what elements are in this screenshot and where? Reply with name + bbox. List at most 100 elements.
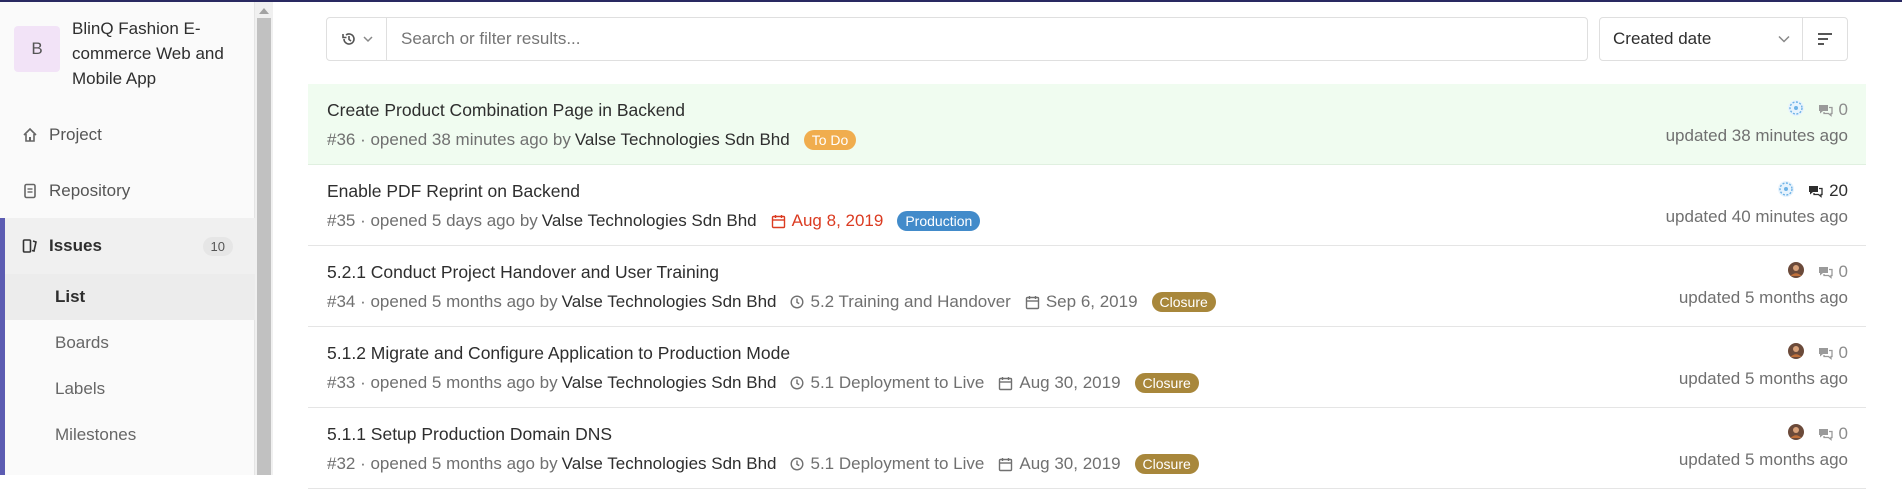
sort-direction-button[interactable] <box>1802 17 1848 61</box>
issue-ref: #33 · opened 5 months ago by <box>327 373 558 392</box>
issue-right-info: 0 updated 38 minutes ago <box>1666 98 1848 146</box>
issue-updated: updated 5 months ago <box>1678 450 1848 469</box>
issue-milestone[interactable]: 5.1 Deployment to Live <box>790 454 984 474</box>
issue-title-link[interactable]: 5.1.2 Migrate and Configure Application … <box>327 343 790 364</box>
issue-due-date: Aug 8, 2019 <box>771 211 883 231</box>
issue-ref: #34 · opened 5 months ago by <box>327 292 558 311</box>
assignee-avatar[interactable] <box>1777 180 1795 203</box>
issue-title-link[interactable]: Enable PDF Reprint on Backend <box>327 181 580 202</box>
sidebar-item-label: Issues <box>49 236 102 255</box>
history-icon <box>341 33 355 45</box>
assignee-avatar[interactable] <box>1787 423 1805 446</box>
issue-title-link[interactable]: Create Product Combination Page in Backe… <box>327 100 685 121</box>
issue-right-info: 20 updated 40 minutes ago <box>1666 179 1848 227</box>
clock-icon <box>790 457 804 471</box>
issue-label-badge[interactable]: To Do <box>803 130 857 150</box>
issue-author-link[interactable]: Valse Technologies Sdn Bhd <box>562 373 777 393</box>
comments-count-value: 20 <box>1829 181 1848 200</box>
sidebar-subitem-boards[interactable]: Boards <box>0 320 255 366</box>
scroll-thumb[interactable] <box>257 18 271 475</box>
issue-meta: #35 · opened 5 days ago by Valse Technol… <box>327 211 981 231</box>
sidebar: B BlinQ Fashion E-commerce Web and Mobil… <box>0 2 255 475</box>
sidebar-item-label: Project <box>49 125 102 144</box>
sidebar-subitem-labels[interactable]: Labels <box>0 366 255 412</box>
issue-author-link[interactable]: Valse Technologies Sdn Bhd <box>542 211 757 231</box>
assignee-avatar[interactable] <box>1787 99 1805 122</box>
comments-count[interactable]: 0 <box>1817 100 1848 120</box>
sidebar-scrollbar[interactable] <box>255 2 273 475</box>
comments-count[interactable]: 20 <box>1807 181 1848 201</box>
issue-label-badge[interactable]: Production <box>897 211 981 231</box>
sidebar-item-repository[interactable]: Repository <box>0 168 255 214</box>
issue-milestone-value: 5.2 Training and Handover <box>810 292 1011 311</box>
issues-count-badge: 10 <box>202 236 233 256</box>
issue-label-badge[interactable]: Closure <box>1134 454 1199 474</box>
issue-title-link[interactable]: 5.1.1 Setup Production Domain DNS <box>327 424 612 445</box>
issue-due-date: Aug 30, 2019 <box>998 454 1121 474</box>
issue-meta: #32 · opened 5 months ago by Valse Techn… <box>327 454 1199 474</box>
sort-select-value: Created date <box>1613 29 1712 48</box>
issue-updated: updated 5 months ago <box>1678 369 1848 388</box>
search-input[interactable] <box>387 18 1587 60</box>
calendar-icon <box>771 214 786 229</box>
comment-icon <box>1818 429 1833 441</box>
sidebar-item-label: Repository <box>49 181 131 200</box>
chevron-down-icon <box>362 36 373 43</box>
home-icon <box>20 125 40 145</box>
issue-milestone[interactable]: 5.2 Training and Handover <box>790 292 1011 312</box>
issue-author-link[interactable]: Valse Technologies Sdn Bhd <box>562 454 777 474</box>
comments-count[interactable]: 0 <box>1817 424 1848 444</box>
comment-icon <box>1809 186 1823 198</box>
comments-count-value: 0 <box>1838 424 1848 443</box>
sort-lines-icon <box>1818 33 1832 45</box>
comments-count-value: 0 <box>1838 262 1848 281</box>
issue-title-link[interactable]: 5.2.1 Conduct Project Handover and User … <box>327 262 719 283</box>
sidebar-subitem-milestones[interactable]: Milestones <box>0 412 255 458</box>
issue-author-link[interactable]: Valse Technologies Sdn Bhd <box>562 292 777 312</box>
main-content: Created date Create Product Combination … <box>273 2 1902 489</box>
issue-meta: #36 · opened 38 minutes ago by Valse Tec… <box>327 130 857 150</box>
comment-icon <box>1818 348 1833 360</box>
clock-icon <box>790 295 804 309</box>
scroll-up-arrow-icon[interactable] <box>259 8 269 14</box>
issue-meta: #33 · opened 5 months ago by Valse Techn… <box>327 373 1199 393</box>
clock-icon <box>790 376 804 390</box>
issue-due-date-value: Aug 30, 2019 <box>1019 454 1121 473</box>
issue-row[interactable]: Create Product Combination Page in Backe… <box>308 84 1866 165</box>
issue-right-info: 0 updated 5 months ago <box>1679 422 1848 470</box>
issue-row[interactable]: 5.1.1 Setup Production Domain DNS #32 · … <box>308 408 1866 489</box>
sort-select[interactable]: Created date <box>1599 17 1803 61</box>
issue-author-link[interactable]: Valse Technologies Sdn Bhd <box>575 130 790 150</box>
sidebar-subitem-label: Labels <box>55 379 106 398</box>
assignee-avatar[interactable] <box>1787 342 1805 365</box>
issue-label-badge[interactable]: Closure <box>1151 292 1216 312</box>
issue-ref: #32 · opened 5 months ago by <box>327 454 558 473</box>
comments-count-value: 0 <box>1838 100 1848 119</box>
issue-updated: updated 38 minutes ago <box>1665 126 1848 145</box>
issue-list: Create Product Combination Page in Backe… <box>308 84 1866 489</box>
issue-right-info: 0 updated 5 months ago <box>1679 341 1848 389</box>
sidebar-subitem-list[interactable]: List <box>0 274 255 320</box>
issue-updated: updated 5 months ago <box>1678 288 1848 307</box>
calendar-icon <box>1025 295 1040 310</box>
assignee-avatar[interactable] <box>1787 261 1805 284</box>
comments-count[interactable]: 0 <box>1817 262 1848 282</box>
comments-count[interactable]: 0 <box>1817 343 1848 363</box>
sidebar-item-issues[interactable]: Issues 10 <box>0 218 255 274</box>
issue-milestone[interactable]: 5.1 Deployment to Live <box>790 373 984 393</box>
project-avatar: B <box>14 26 60 72</box>
issue-ref: #36 · opened 38 minutes ago by <box>327 130 571 149</box>
issues-icon <box>20 236 40 256</box>
comment-icon <box>1818 105 1833 117</box>
chevron-down-icon <box>1778 32 1790 46</box>
issue-due-date-value: Aug 30, 2019 <box>1019 373 1121 392</box>
issue-row[interactable]: 5.1.2 Migrate and Configure Application … <box>308 327 1866 408</box>
calendar-icon <box>998 457 1013 472</box>
issue-milestone-value: 5.1 Deployment to Live <box>810 454 985 473</box>
issue-row[interactable]: Enable PDF Reprint on Backend #35 · open… <box>308 165 1866 246</box>
issue-label-badge[interactable]: Closure <box>1134 373 1199 393</box>
sidebar-item-project[interactable]: Project <box>0 112 255 158</box>
issue-row[interactable]: 5.2.1 Conduct Project Handover and User … <box>308 246 1866 327</box>
recent-searches-button[interactable] <box>327 18 387 60</box>
project-header[interactable]: B BlinQ Fashion E-commerce Web and Mobil… <box>14 16 252 91</box>
